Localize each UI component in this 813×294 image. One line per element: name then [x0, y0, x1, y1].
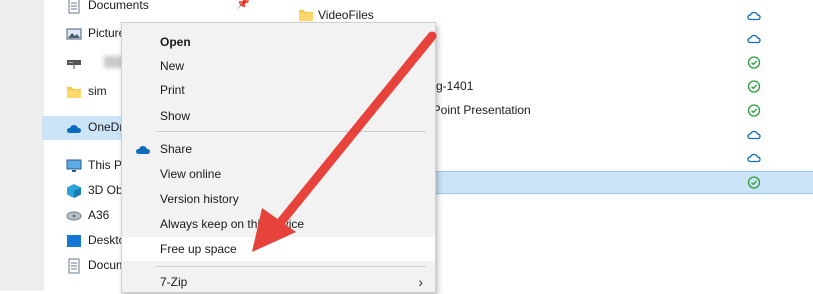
menu-item-label: Free up space — [160, 242, 237, 256]
cloud-status-icon — [747, 153, 761, 163]
file-name: erPoint Presentation — [422, 103, 531, 117]
menu-item-label: Print — [160, 83, 185, 97]
documents-icon — [68, 0, 80, 14]
onedrive-cloud-icon — [67, 125, 81, 133]
menu-item-show[interactable]: Show — [122, 104, 435, 128]
onedrive-cloud-icon — [136, 146, 150, 154]
menu-item-always-keep[interactable]: Always keep on this device — [122, 212, 435, 236]
synced-check-icon — [747, 104, 761, 117]
nav-item-label: sim — [88, 84, 107, 98]
network-drive-icon — [67, 60, 81, 69]
folder-icon — [67, 87, 81, 98]
menu-item-print[interactable]: Print — [122, 78, 435, 102]
cloud-status-icon — [747, 130, 761, 140]
drive-icon — [66, 211, 82, 221]
menu-item-open[interactable]: Open — [122, 30, 435, 54]
nav-item-documents[interactable]: Documents 📌 — [44, 0, 258, 18]
menu-item-label: Share — [160, 142, 193, 156]
menu-item-label: 7-Zip — [160, 275, 188, 289]
this-pc-icon — [66, 159, 82, 172]
menu-item-label: Always keep on this device — [160, 217, 305, 231]
nav-item-label: Documents — [88, 0, 149, 12]
pin-icon[interactable]: 📌 — [236, 0, 250, 10]
3d-objects-icon — [67, 184, 81, 198]
documents-icon — [68, 258, 80, 274]
menu-item-view-online[interactable]: View online — [122, 162, 435, 186]
menu-separator — [156, 131, 426, 132]
menu-item-7zip[interactable]: 7-Zip › — [122, 270, 435, 294]
menu-item-free-up-space[interactable]: Free up space — [122, 237, 435, 261]
folder-icon — [299, 10, 313, 21]
nav-item-label: A36 — [88, 208, 110, 222]
menu-item-label: View online — [160, 167, 222, 181]
cloud-status-icon — [747, 11, 761, 21]
menu-item-label: Show — [160, 109, 191, 123]
menu-item-new[interactable]: New — [122, 54, 435, 78]
synced-check-icon — [747, 56, 761, 69]
synced-check-icon — [747, 80, 761, 93]
menu-item-share[interactable]: Share — [122, 137, 435, 161]
menu-item-version-history[interactable]: Version history — [122, 187, 435, 211]
menu-separator — [156, 266, 426, 267]
pictures-icon — [66, 28, 82, 40]
menu-item-label: New — [160, 59, 185, 73]
left-strip — [0, 0, 44, 291]
menu-item-label: Version history — [160, 192, 239, 206]
context-menu: Open New Print Show Share View online Ve… — [121, 22, 436, 293]
synced-check-icon — [747, 176, 761, 189]
file-name: VideoFiles — [318, 8, 374, 22]
cloud-status-icon — [747, 34, 761, 44]
chevron-right-icon: › — [418, 274, 423, 290]
menu-item-label: Open — [160, 35, 191, 49]
desktop-icon — [67, 235, 81, 247]
